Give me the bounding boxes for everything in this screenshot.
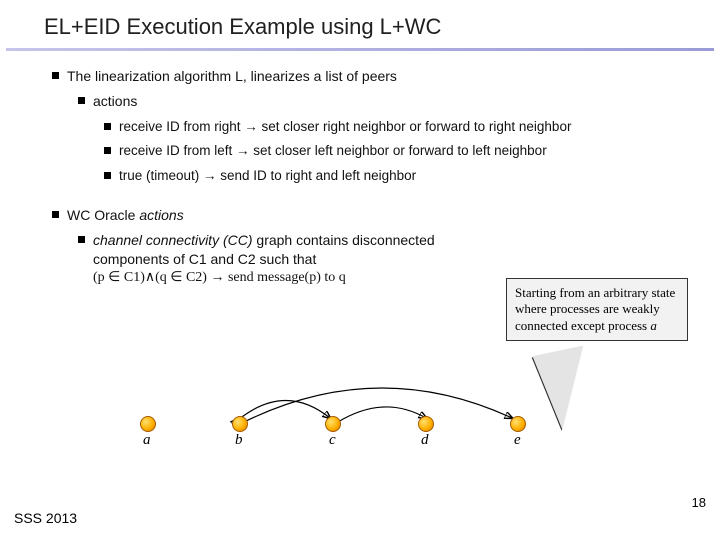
square-bullet-icon (78, 97, 85, 104)
text: channel connectivity (CC) graph contains… (93, 231, 438, 288)
content-area: The linearization algorithm L, linearize… (0, 51, 720, 287)
connection-arcs (140, 364, 570, 474)
text: receive ID from right → set closer right… (119, 118, 571, 137)
square-bullet-icon (52, 72, 59, 79)
node-e (510, 416, 526, 432)
label-e: e (514, 432, 521, 449)
square-bullet-icon (104, 123, 111, 130)
text: WC Oracle actions (67, 206, 184, 225)
cc-pre: channel connectivity (CC) (93, 232, 256, 248)
label-a: a (143, 432, 151, 449)
bullet-a2: receive ID from left → set closer left n… (104, 142, 692, 161)
square-bullet-icon (78, 236, 85, 243)
text: actions (93, 92, 137, 111)
square-bullet-icon (52, 211, 59, 218)
bullet-actions: actions (78, 92, 692, 111)
node-c (325, 416, 341, 432)
bullet-a1: receive ID from right → set closer right… (104, 118, 692, 137)
bullet-linearization: The linearization algorithm L, linearize… (52, 67, 692, 86)
footer-text: SSS 2013 (14, 510, 77, 526)
bullet-cc: channel connectivity (CC) graph contains… (78, 231, 438, 288)
wc-actions: actions (139, 207, 183, 223)
node-diagram: a b c d e (140, 410, 570, 490)
wc-label: WC Oracle (67, 207, 139, 223)
label-b: b (235, 432, 243, 449)
text: true (timeout) → send ID to right and le… (119, 167, 416, 186)
square-bullet-icon (104, 147, 111, 154)
square-bullet-icon (104, 172, 111, 179)
bullet-wc-oracle: WC Oracle actions (52, 206, 692, 225)
cc-rule: (p ∈ C1)∧(q ∈ C2) → send message(p) to q (93, 269, 438, 288)
node-d (418, 416, 434, 432)
bullet-a3: true (timeout) → send ID to right and le… (104, 167, 692, 186)
node-a (140, 416, 156, 432)
node-b (232, 416, 248, 432)
text: The linearization algorithm L, linearize… (67, 67, 397, 86)
callout-box: Starting from an arbitrary state where p… (506, 278, 688, 341)
label-d: d (421, 432, 429, 449)
text: receive ID from left → set closer left n… (119, 142, 547, 161)
callout-end: a (650, 318, 657, 333)
label-c: c (329, 432, 336, 449)
slide-title: EL+EID Execution Example using L+WC (0, 0, 720, 44)
page-number: 18 (692, 495, 706, 510)
